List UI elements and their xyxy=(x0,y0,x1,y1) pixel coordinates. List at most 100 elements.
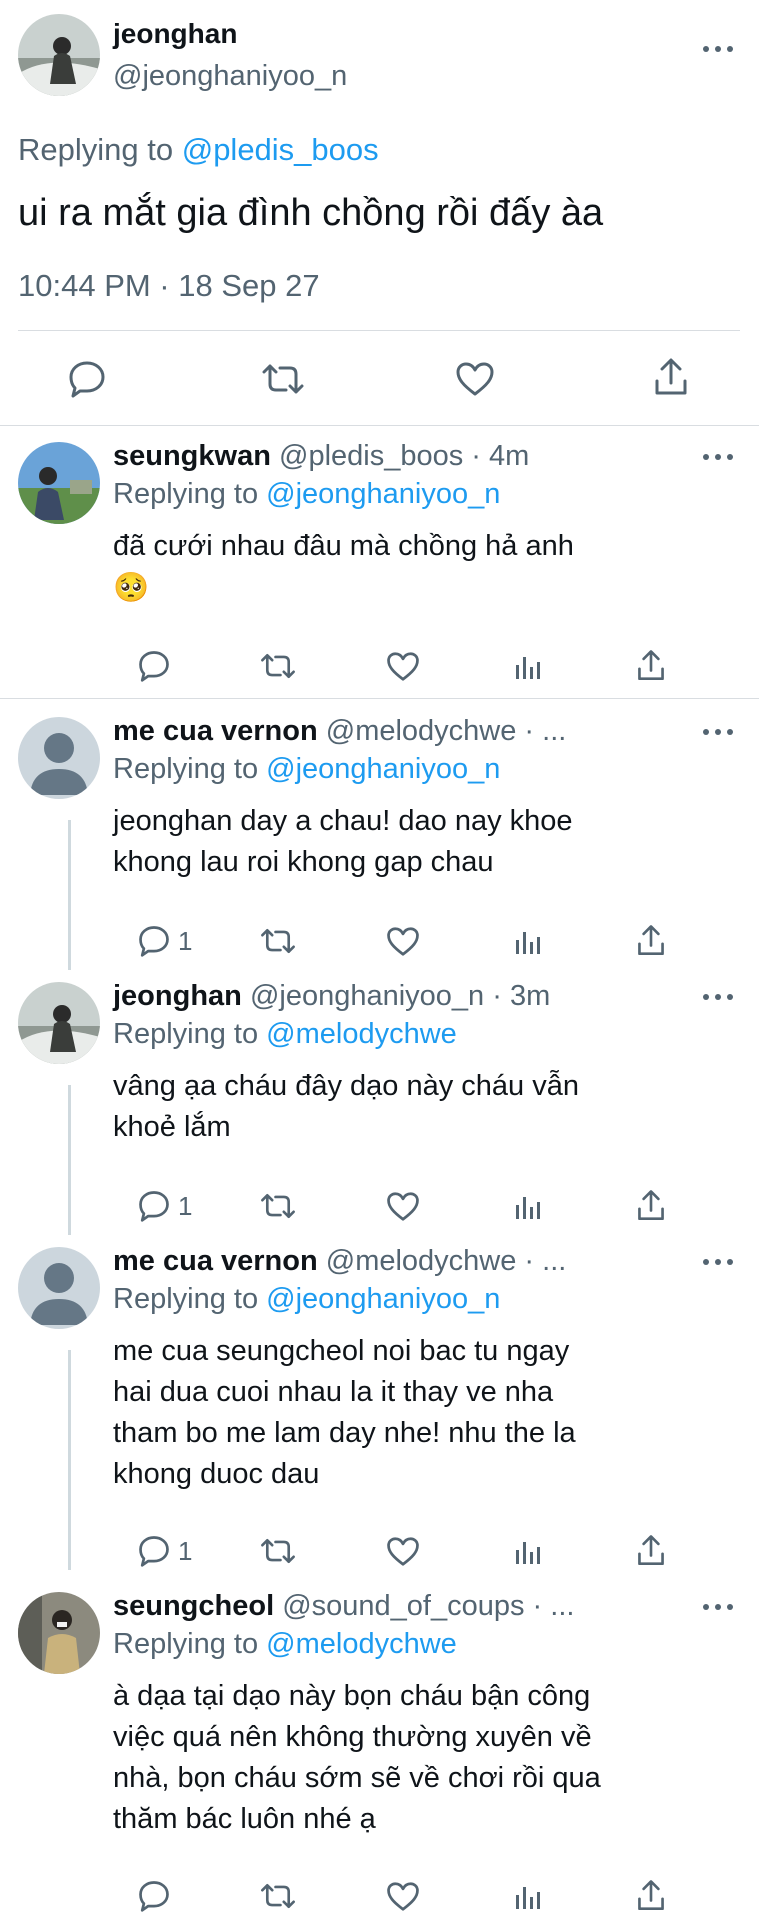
analytics-icon[interactable] xyxy=(514,653,542,681)
reply-icon[interactable] xyxy=(137,1535,171,1567)
reply-count: 1 xyxy=(178,926,193,956)
more-icon[interactable] xyxy=(703,727,733,737)
reply-text-line: hai dua cuoi nhau la it thay ve nha xyxy=(113,1376,554,1408)
reply-replying: Replying to @melodychwe xyxy=(113,1018,457,1051)
analytics-icon[interactable] xyxy=(514,928,542,956)
analytics-icon[interactable] xyxy=(514,1538,542,1566)
divider xyxy=(18,330,740,331)
reply-replying: Replying to @jeonghaniyoo_n xyxy=(113,1283,500,1316)
reply-replying: Replying to @melodychwe xyxy=(113,1628,457,1661)
main-tweet-text: ui ra mắt gia đình chồng rồi đấy àa xyxy=(18,192,604,234)
replying-to-link[interactable]: @jeonghaniyoo_n xyxy=(266,478,500,510)
reply-name[interactable]: jeonghan xyxy=(113,980,242,1012)
retweet-icon[interactable] xyxy=(259,652,297,680)
reply-header: me cua vernon @melodychwe · ... xyxy=(113,1245,566,1278)
reply-text-line: nhà, bọn cháu sớm sẽ về chơi rồi qua xyxy=(113,1762,601,1794)
share-icon[interactable] xyxy=(636,1534,666,1567)
thread-line xyxy=(68,1085,71,1235)
reply-handle-meta[interactable]: @melodychwe · ... xyxy=(326,1245,567,1277)
reply-count: 1 xyxy=(178,1191,193,1221)
reply-handle-meta[interactable]: @jeonghaniyoo_n · 3m xyxy=(250,980,550,1012)
replying-prefix: Replying to xyxy=(113,478,259,510)
reply-handle-meta[interactable]: @melodychwe · ... xyxy=(326,715,567,747)
reply-icon[interactable] xyxy=(137,1190,171,1222)
main-tweet-name[interactable]: jeonghan xyxy=(113,18,237,50)
reply-icon[interactable] xyxy=(67,360,107,398)
reply-text-line: khong lau roi khong gap chau xyxy=(113,846,494,878)
reply-text-line: việc quá nên không thường xuyên về xyxy=(113,1721,592,1753)
reply-text-line: thăm bác luôn nhé ạ xyxy=(113,1803,376,1835)
retweet-icon[interactable] xyxy=(260,362,306,396)
reply-text-line: vâng ạa cháu đây dạo này cháu vẫn xyxy=(113,1070,579,1102)
reply-header: seungcheol @sound_of_coups · ... xyxy=(113,1590,574,1623)
share-icon[interactable] xyxy=(636,649,666,682)
reply-text-line: đã cưới nhau đâu mà chồng hả anh xyxy=(113,530,574,562)
share-icon[interactable] xyxy=(636,1189,666,1222)
reply-icon[interactable] xyxy=(137,650,171,682)
reply-text-line: khoẻ lắm xyxy=(113,1111,231,1143)
divider xyxy=(0,698,759,699)
replying-to-link[interactable]: @jeonghaniyoo_n xyxy=(266,753,500,785)
avatar-jeonghan[interactable] xyxy=(18,14,100,96)
main-tweet-replying: Replying to @pledis_boos xyxy=(18,132,379,168)
reply-icon[interactable] xyxy=(137,925,171,957)
reply-name[interactable]: seungkwan xyxy=(113,440,271,472)
replying-prefix: Replying to xyxy=(113,1283,259,1315)
like-icon[interactable] xyxy=(386,926,420,957)
retweet-icon[interactable] xyxy=(259,927,297,955)
like-icon[interactable] xyxy=(386,1881,420,1912)
avatar[interactable] xyxy=(18,1247,100,1329)
thread-line xyxy=(68,1350,71,1570)
avatar[interactable] xyxy=(18,442,100,524)
main-tweet-handle[interactable]: @jeonghaniyoo_n xyxy=(113,60,347,93)
reply-handle-meta[interactable]: @pledis_boos · 4m xyxy=(279,440,529,472)
replying-prefix: Replying to xyxy=(113,753,259,785)
main-tweet-timestamp[interactable]: 10:44 PM · 18 Sep 27 xyxy=(18,268,320,304)
more-icon[interactable] xyxy=(703,44,733,54)
reply-replying: Replying to @jeonghaniyoo_n xyxy=(113,753,500,786)
reply-text-line: tham bo me lam day nhe! nhu the la xyxy=(113,1417,576,1449)
replying-to-link[interactable]: @jeonghaniyoo_n xyxy=(266,1283,500,1315)
share-icon[interactable] xyxy=(636,924,666,957)
replying-to-link[interactable]: @melodychwe xyxy=(266,1018,457,1050)
reply-icon[interactable] xyxy=(137,1880,171,1912)
reply-name[interactable]: me cua vernon xyxy=(113,715,318,747)
replying-prefix: Replying to xyxy=(18,132,174,167)
more-icon[interactable] xyxy=(703,452,733,462)
reply-replying: Replying to @jeonghaniyoo_n xyxy=(113,478,500,511)
reply-header: seungkwan @pledis_boos · 4m xyxy=(113,440,529,473)
avatar[interactable] xyxy=(18,717,100,799)
reply-handle-meta[interactable]: @sound_of_coups · ... xyxy=(282,1590,574,1622)
reply-name[interactable]: seungcheol xyxy=(113,1590,274,1622)
replying-to-link[interactable]: @pledis_boos xyxy=(182,132,379,167)
replying-to-link[interactable]: @melodychwe xyxy=(266,1628,457,1660)
replying-prefix: Replying to xyxy=(113,1628,259,1660)
reply-text-line: me cua seungcheol noi bac tu ngay xyxy=(113,1335,570,1367)
divider xyxy=(0,425,759,426)
reply-text-line: 🥺 xyxy=(113,572,150,604)
thread-line xyxy=(68,820,71,970)
avatar[interactable] xyxy=(18,982,100,1064)
like-icon[interactable] xyxy=(386,1191,420,1222)
reply-text-line: khong duoc dau xyxy=(113,1458,320,1490)
retweet-icon[interactable] xyxy=(259,1192,297,1220)
reply-header: me cua vernon @melodychwe · ... xyxy=(113,715,566,748)
more-icon[interactable] xyxy=(703,1257,733,1267)
share-icon[interactable] xyxy=(653,357,689,397)
avatar[interactable] xyxy=(18,1592,100,1674)
retweet-icon[interactable] xyxy=(259,1537,297,1565)
analytics-icon[interactable] xyxy=(514,1883,542,1911)
analytics-icon[interactable] xyxy=(514,1193,542,1221)
reply-text-line: à dạa tại dạo này bọn cháu bận công xyxy=(113,1680,591,1712)
more-icon[interactable] xyxy=(703,1602,733,1612)
like-icon[interactable] xyxy=(386,651,420,682)
share-icon[interactable] xyxy=(636,1879,666,1912)
more-icon[interactable] xyxy=(703,992,733,1002)
like-icon[interactable] xyxy=(455,361,495,397)
retweet-icon[interactable] xyxy=(259,1882,297,1910)
like-icon[interactable] xyxy=(386,1536,420,1567)
replying-prefix: Replying to xyxy=(113,1018,259,1050)
reply-name[interactable]: me cua vernon xyxy=(113,1245,318,1277)
reply-header: jeonghan @jeonghaniyoo_n · 3m xyxy=(113,980,550,1013)
reply-text-line: jeonghan day a chau! dao nay khoe xyxy=(113,805,573,837)
